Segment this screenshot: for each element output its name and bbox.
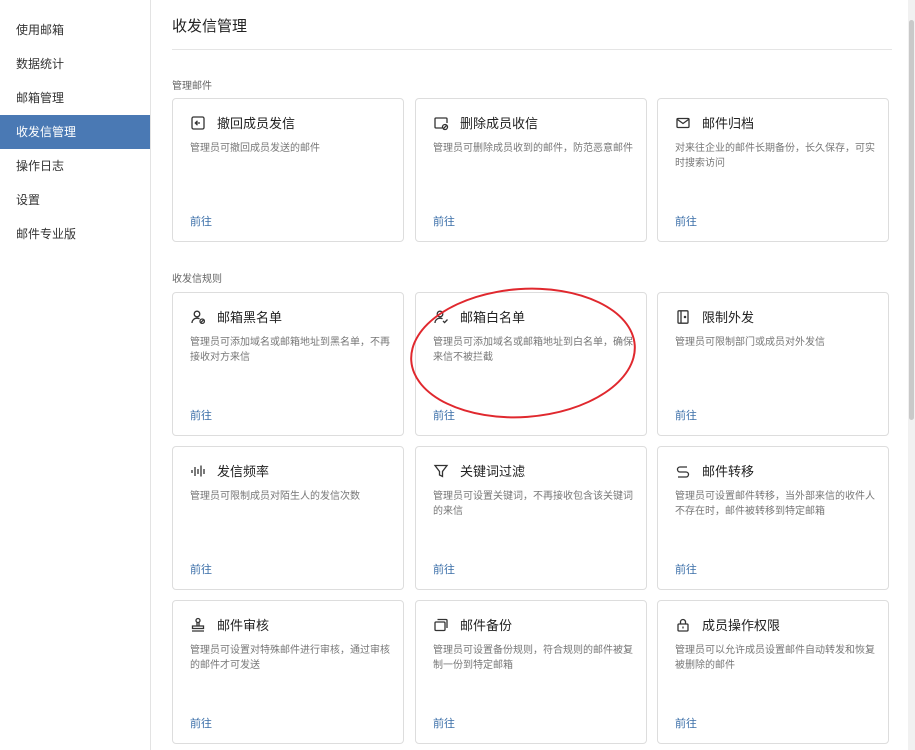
card-title: 邮箱白名单 [460, 311, 526, 326]
sidebar-item-statistics[interactable]: 数据统计 [0, 47, 150, 81]
card-whitelist[interactable]: 邮箱白名单 管理员可添加域名或邮箱地址到白名单，确保来信不被拦截 前往 [415, 292, 647, 436]
sidebar: 使用邮箱 数据统计 邮箱管理 收发信管理 操作日志 设置 邮件专业版 [0, 0, 151, 750]
card-title: 成员操作权限 [702, 619, 781, 634]
user-block-icon [190, 309, 206, 325]
card-title: 限制外发 [702, 311, 755, 326]
card-description: 管理员可以允许成员设置邮件自动转发和恢复被删除的邮件 [675, 645, 875, 671]
card-mail-transfer[interactable]: 邮件转移 管理员可设置邮件转移，当外部来信的收件人不存在时，邮件被转移到特定邮箱… [657, 446, 889, 590]
sidebar-item-pro-edition[interactable]: 邮件专业版 [0, 217, 150, 251]
card-go-link[interactable]: 前往 [190, 561, 212, 577]
card-go-link[interactable]: 前往 [433, 213, 455, 229]
card-go-link[interactable]: 前往 [675, 715, 697, 731]
card-description: 对来往企业的邮件长期备份，长久保存，可实时搜索访问 [675, 143, 875, 169]
card-go-link[interactable]: 前往 [675, 561, 697, 577]
stamp-icon [190, 617, 206, 633]
card-description: 管理员可设置备份规则，符合规则的邮件被复制一份到特定邮箱 [433, 645, 633, 671]
card-title: 邮件备份 [460, 619, 513, 634]
card-description: 管理员可添加域名或邮箱地址到黑名单，不再接收对方来信 [190, 337, 390, 363]
card-description: 管理员可设置邮件转移，当外部来信的收件人不存在时，邮件被转移到特定邮箱 [675, 491, 875, 517]
main-content: 收发信管理 管理邮件 撤回成员发信 管理员可撤回成员发送的邮件 前往 删除成员收… [172, 0, 892, 750]
frequency-icon [190, 463, 206, 479]
card-title: 邮件归档 [702, 117, 755, 132]
card-description: 管理员可撤回成员发送的邮件 [190, 143, 320, 154]
card-description: 管理员可删除成员收到的邮件，防范恶意邮件 [433, 143, 633, 154]
card-go-link[interactable]: 前往 [433, 561, 455, 577]
delete-mail-icon [433, 115, 449, 131]
sidebar-item-operation-log[interactable]: 操作日志 [0, 149, 150, 183]
card-mail-backup[interactable]: 邮件备份 管理员可设置备份规则，符合规则的邮件被复制一份到特定邮箱 前往 [415, 600, 647, 744]
card-go-link[interactable]: 前往 [433, 715, 455, 731]
card-description: 管理员可限制成员对陌生人的发信次数 [190, 491, 360, 502]
card-title: 删除成员收信 [460, 117, 539, 132]
sidebar-item-use-mailbox[interactable]: 使用邮箱 [0, 13, 150, 47]
card-go-link[interactable]: 前往 [433, 407, 455, 423]
card-recall-mail[interactable]: 撤回成员发信 管理员可撤回成员发送的邮件 前往 [172, 98, 404, 242]
scrollbar[interactable] [908, 0, 915, 750]
card-title: 邮件转移 [702, 465, 755, 480]
card-go-link[interactable]: 前往 [190, 715, 212, 731]
card-title: 发信频率 [217, 465, 270, 480]
card-blacklist[interactable]: 邮箱黑名单 管理员可添加域名或邮箱地址到黑名单，不再接收对方来信 前往 [172, 292, 404, 436]
card-title: 撤回成员发信 [217, 117, 296, 132]
card-mail-review[interactable]: 邮件审核 管理员可设置对特殊邮件进行审核，通过审核的邮件才可发送 前往 [172, 600, 404, 744]
card-description: 管理员可设置关键词，不再接收包含该关键词的来信 [433, 491, 633, 517]
scrollbar-thumb[interactable] [909, 20, 914, 420]
card-member-permissions[interactable]: 成员操作权限 管理员可以允许成员设置邮件自动转发和恢复被删除的邮件 前往 [657, 600, 889, 744]
sidebar-item-settings[interactable]: 设置 [0, 183, 150, 217]
card-description: 管理员可设置对特殊邮件进行审核，通过审核的邮件才可发送 [190, 645, 390, 671]
filter-icon [433, 463, 449, 479]
recall-icon [190, 115, 206, 131]
card-title: 邮箱黑名单 [217, 311, 283, 326]
card-title: 关键词过滤 [460, 465, 526, 480]
admin-console: 使用邮箱 数据统计 邮箱管理 收发信管理 操作日志 设置 邮件专业版 收发信管理… [0, 0, 915, 750]
card-mail-archive[interactable]: 邮件归档 对来往企业的邮件长期备份，长久保存，可实时搜索访问 前往 [657, 98, 889, 242]
card-go-link[interactable]: 前往 [190, 213, 212, 229]
mail-icon [675, 115, 691, 131]
user-allow-icon [433, 309, 449, 325]
page-title: 收发信管理 [172, 17, 248, 35]
sidebar-item-mail-flow-management[interactable]: 收发信管理 [0, 115, 150, 149]
backup-icon [433, 617, 449, 633]
sidebar-item-mailbox-management[interactable]: 邮箱管理 [0, 81, 150, 115]
card-go-link[interactable]: 前往 [675, 213, 697, 229]
card-description: 管理员可添加域名或邮箱地址到白名单，确保来信不被拦截 [433, 337, 633, 363]
section-label-manage-mail: 管理邮件 [172, 81, 212, 92]
card-keyword-filter[interactable]: 关键词过滤 管理员可设置关键词，不再接收包含该关键词的来信 前往 [415, 446, 647, 590]
forward-icon [675, 463, 691, 479]
card-description: 管理员可限制部门或成员对外发信 [675, 337, 825, 348]
card-restrict-outgoing[interactable]: 限制外发 管理员可限制部门或成员对外发信 前往 [657, 292, 889, 436]
card-delete-received-mail[interactable]: 删除成员收信 管理员可删除成员收到的邮件，防范恶意邮件 前往 [415, 98, 647, 242]
lock-icon [675, 617, 691, 633]
section-label-mail-rules: 收发信规则 [172, 274, 222, 285]
card-go-link[interactable]: 前往 [675, 407, 697, 423]
card-go-link[interactable]: 前往 [190, 407, 212, 423]
door-icon [675, 309, 691, 325]
title-divider [172, 49, 892, 50]
card-send-frequency[interactable]: 发信频率 管理员可限制成员对陌生人的发信次数 前往 [172, 446, 404, 590]
card-title: 邮件审核 [217, 619, 270, 634]
